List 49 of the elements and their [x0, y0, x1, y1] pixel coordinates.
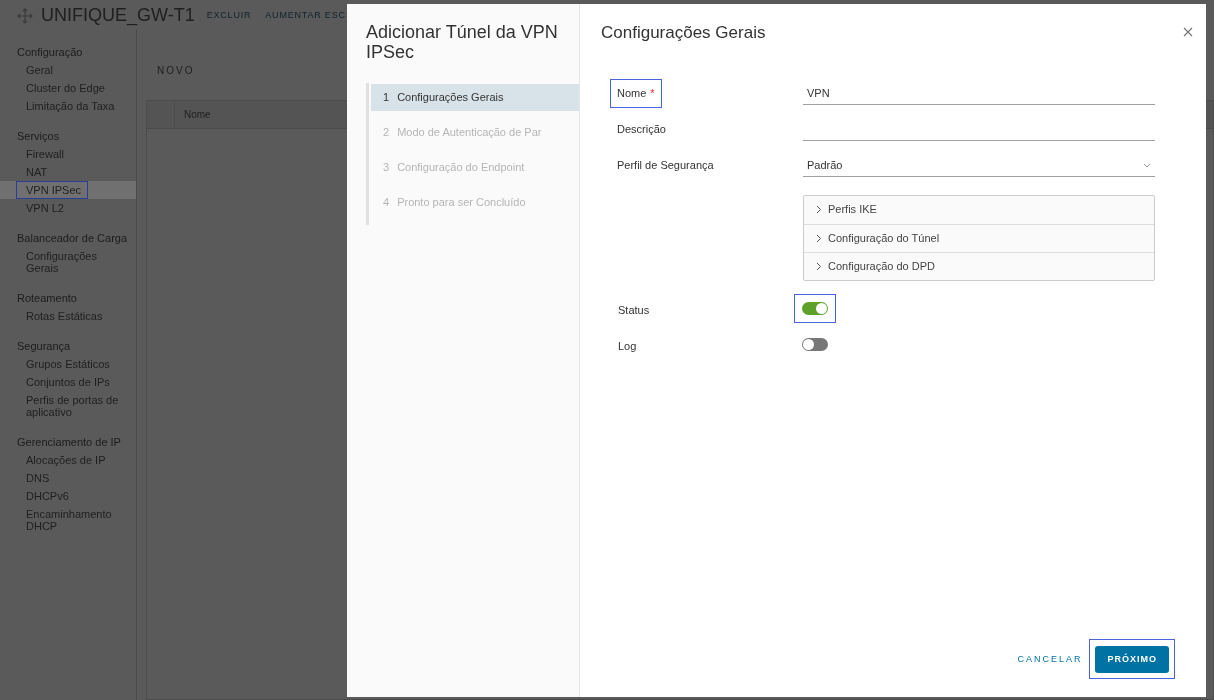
sidebar-item[interactable]: Grupos Estáticos [0, 355, 136, 373]
wizard-step[interactable]: 1 Configurações Gerais [371, 84, 579, 111]
action-link[interactable]: AUMENTAR ESC [265, 8, 346, 23]
dialog-title: Adicionar Túnel da VPN IPSec [365, 22, 559, 62]
sidebar-section-title: Balanceador de Carga [17, 231, 128, 246]
sidebar-item[interactable]: VPN L2 [0, 199, 136, 217]
field-label: Descrição [616, 122, 667, 138]
action-link[interactable]: EXCLUIR [206, 8, 252, 23]
field-label: Perfil de Segurança [616, 158, 715, 174]
field-label: Log [618, 339, 637, 352]
security-profile-select[interactable]: Padrão [803, 154, 1155, 177]
chevron-right-icon [816, 261, 822, 271]
sidebar-item[interactable]: NAT [0, 163, 136, 181]
toggle-switch[interactable] [802, 302, 828, 315]
section-heading: Configurações Gerais [601, 22, 766, 44]
sidebar-item[interactable]: Firewall [0, 145, 136, 163]
page-title: UNIFIQUE_GW-T1 [41, 4, 195, 28]
accordion-header[interactable]: Configuração do Túnel [804, 223, 1154, 252]
sidebar-item[interactable]: Alocações de IP [0, 451, 136, 469]
sidebar-item[interactable]: Configurações Gerais [0, 247, 136, 277]
sidebar-item[interactable]: DHCPv6 [0, 487, 136, 505]
sidebar-section-title: Roteamento [17, 291, 77, 306]
wizard-step[interactable]: 3 Configuração do Endpoint [371, 154, 579, 181]
sidebar-item[interactable]: Geral [0, 61, 136, 79]
field-label: Status [618, 303, 650, 316]
sidebar-item[interactable]: Conjuntos de IPs [0, 373, 136, 391]
accordion-header[interactable]: Configuração do DPD [804, 251, 1154, 280]
chevron-right-icon [816, 205, 822, 214]
sidebar-section-title: Segurança [17, 339, 71, 354]
field-label: Nome * [610, 79, 662, 108]
chevron-down-icon [1143, 162, 1151, 168]
sidebar-section-title: Configuração [17, 45, 83, 60]
sidebar-item[interactable]: DNS [0, 469, 136, 487]
wizard-step[interactable]: 2 Modo de Autenticação de Par [371, 119, 579, 146]
cancel-button[interactable]: CANCELAR [1015, 646, 1085, 673]
sidebar-item[interactable]: VPN IPSec [0, 181, 136, 199]
sidebar-item[interactable]: Encaminhamento DHCP [0, 505, 136, 535]
new-button[interactable]: NOVO [157, 63, 195, 78]
chevron-right-icon [816, 233, 822, 243]
toggle-switch[interactable] [802, 338, 828, 351]
sidebar-item[interactable]: Rotas Estáticas [0, 307, 136, 325]
sidebar-section-title: Serviços [17, 129, 60, 144]
sidebar-section-title: Gerenciamento de IP [17, 435, 121, 450]
close-icon[interactable] [1183, 27, 1193, 37]
accordion-header[interactable]: Perfis IKE [804, 195, 1154, 224]
next-button[interactable]: PRÓXIMO [1095, 646, 1169, 673]
move-arrows-icon [17, 7, 33, 24]
text-field[interactable]: VPN [803, 82, 1155, 105]
wizard-step[interactable]: 4 Pronto para ser Concluído [371, 189, 579, 216]
